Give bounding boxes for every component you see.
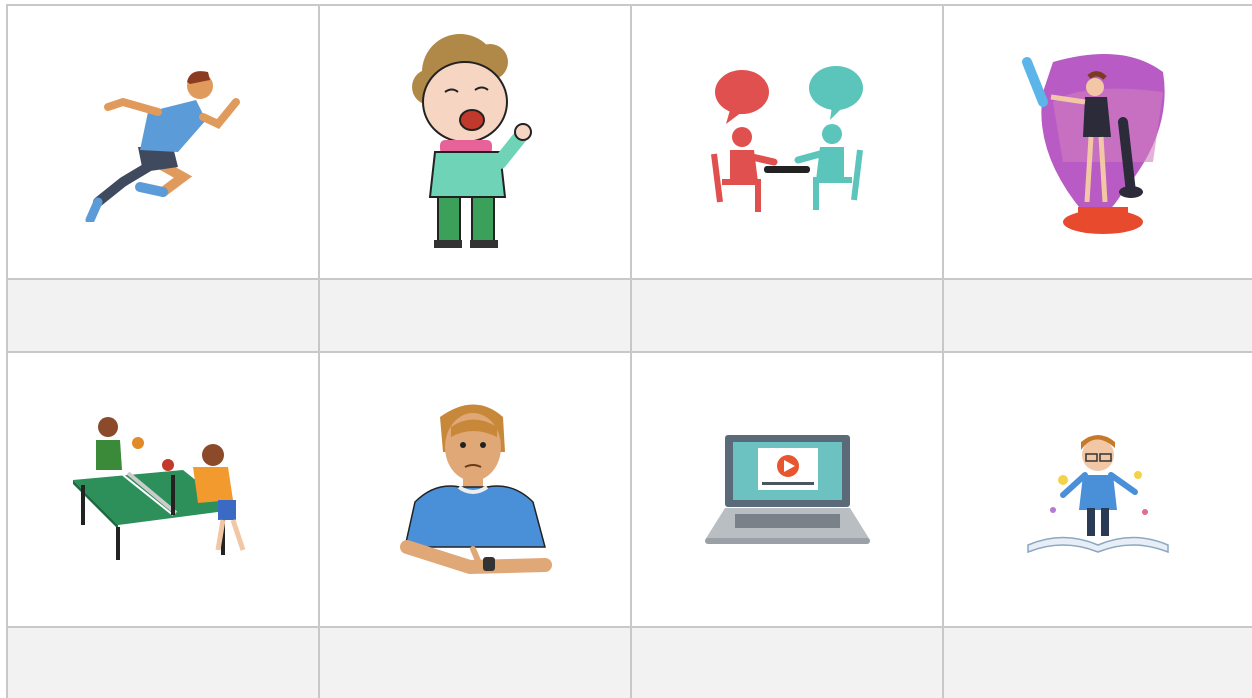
image-cell-singing-boy bbox=[318, 4, 630, 278]
label-cell-8[interactable] bbox=[942, 626, 1252, 698]
label-cell-4[interactable] bbox=[942, 278, 1252, 351]
image-cell-boy-book bbox=[942, 351, 1252, 626]
image-cell-runner bbox=[6, 4, 318, 278]
runner-icon bbox=[85, 71, 240, 222]
conversation-icon bbox=[711, 66, 863, 212]
image-cell-conversation bbox=[630, 4, 942, 278]
label-cell-2[interactable] bbox=[318, 278, 630, 351]
label-cell-7[interactable] bbox=[630, 626, 942, 698]
image-cell-table-tennis bbox=[6, 351, 318, 626]
image-cell-maid bbox=[942, 4, 1252, 278]
picture-vocabulary-table bbox=[6, 4, 1252, 698]
label-cell-6[interactable] bbox=[318, 626, 630, 698]
image-cell-man-watch bbox=[318, 351, 630, 626]
boy-reading-book-icon bbox=[1027, 434, 1169, 553]
maid-cleaning-icon bbox=[1022, 54, 1165, 234]
label-cell-5[interactable] bbox=[6, 626, 318, 698]
table-tennis-icon bbox=[73, 416, 246, 560]
image-cell-laptop bbox=[630, 351, 942, 626]
label-cell-1[interactable] bbox=[6, 278, 318, 351]
singing-boy-icon bbox=[412, 34, 532, 248]
laptop-video-icon bbox=[704, 434, 870, 544]
man-checking-watch-icon bbox=[400, 404, 552, 575]
label-cell-3[interactable] bbox=[630, 278, 942, 351]
